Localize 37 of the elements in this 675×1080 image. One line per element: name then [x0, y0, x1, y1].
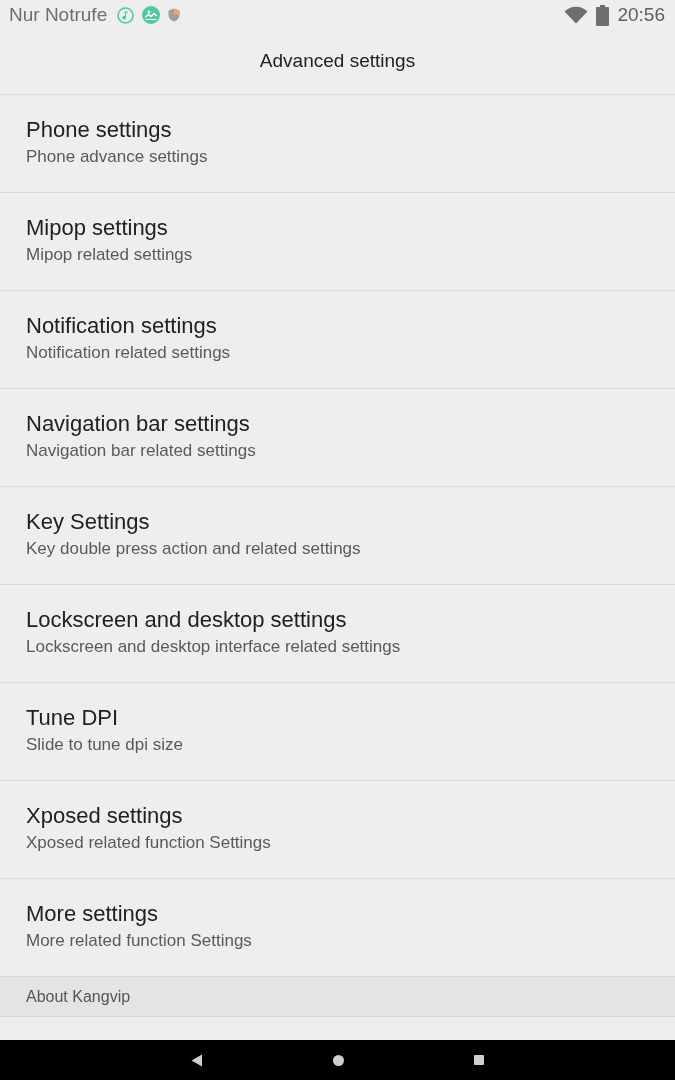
item-title: Phone settings [26, 117, 172, 143]
item-title: Tune DPI [26, 705, 119, 731]
item-title: Lockscreen and desktop settings [26, 607, 347, 633]
settings-item[interactable]: Key Settings Key double press action and related settings [0, 487, 675, 585]
settings-item[interactable]: Mipop settings Mipop related settings [0, 193, 675, 291]
item-summary: More related function Settings [26, 931, 252, 951]
item-title: More settings [26, 901, 159, 927]
settings-item[interactable]: Navigation bar settings Navigation bar related settings [0, 389, 675, 487]
wifi-icon [564, 6, 589, 24]
item-title: Key Settings [26, 509, 150, 535]
carrier-text: Nur Notrufe [9, 4, 108, 26]
landscape-icon [142, 6, 161, 24]
item-summary: Slide to tune dpi size [26, 735, 183, 755]
item-title: Navigation bar settings [26, 411, 250, 437]
item-summary: Navigation bar related settings [26, 441, 256, 461]
settings-item[interactable]: Phone settings Phone advance settings [0, 95, 675, 193]
item-summary: Xposed related function Settings [26, 833, 271, 853]
battery-icon [596, 4, 610, 26]
settings-item[interactable]: Xposed settings Xposed related function Settings [0, 781, 675, 879]
settings-item[interactable]: Notification settings Notification related settings [0, 291, 675, 389]
home-icon[interactable] [333, 1054, 344, 1066]
settings-item[interactable]: Lockscreen and desktop settings Lockscreen and desktop interface related settings [0, 585, 675, 683]
music-note-icon [117, 6, 135, 24]
section-header: About Kangvip [0, 977, 675, 1017]
back-icon[interactable] [191, 1053, 203, 1067]
item-summary: Lockscreen and desktop interface related settings [26, 637, 401, 657]
item-summary: Notification related settings [26, 343, 231, 363]
shield-icon [168, 8, 181, 22]
item-title: Notification settings [26, 313, 217, 339]
page-title: Advanced settings [259, 50, 416, 73]
settings-item[interactable]: Tune DPI Slide to tune dpi size [0, 683, 675, 781]
item-summary: Mipop related settings [26, 245, 193, 265]
item-summary: Key double press action and related settings [26, 539, 361, 559]
item-summary: Phone advance settings [26, 147, 208, 167]
item-title: Xposed settings [26, 803, 183, 829]
clock-text: 20:56 [617, 4, 665, 26]
item-title: Mipop settings [26, 215, 168, 241]
